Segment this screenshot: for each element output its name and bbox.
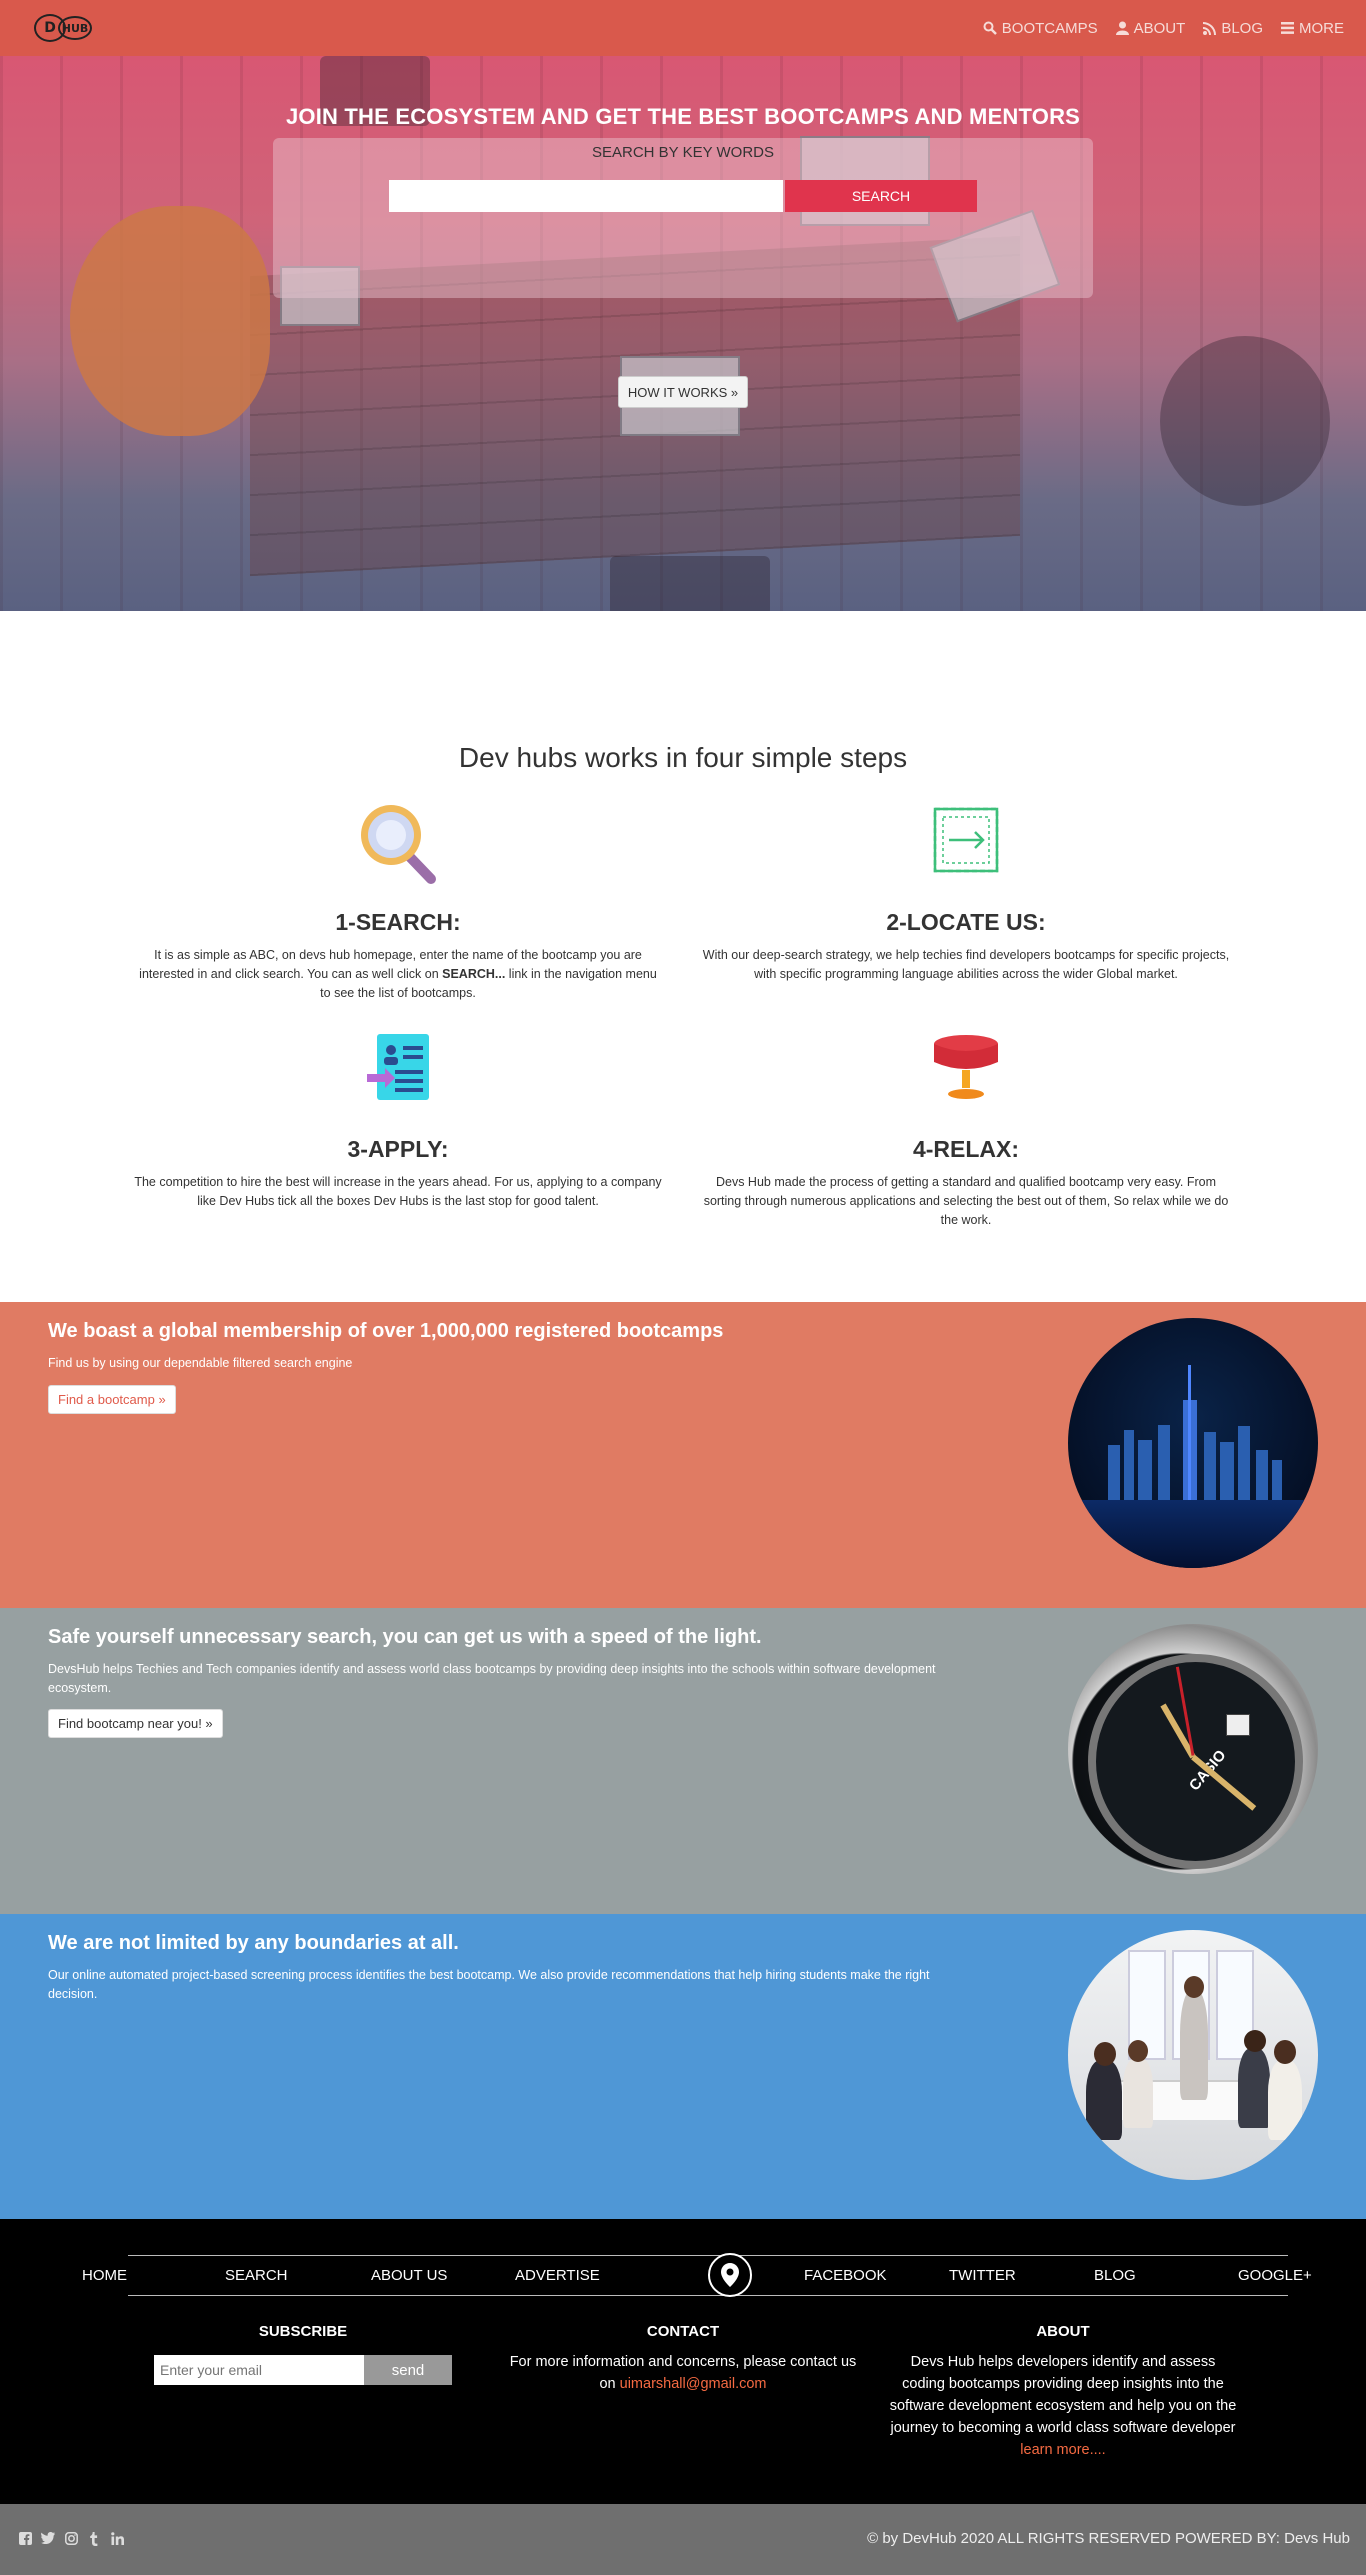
city-skyline-image	[1068, 1318, 1318, 1568]
subscribe-column: SUBSCRIBE	[154, 2321, 452, 2351]
footer-line-top	[128, 2255, 1288, 2256]
contact-title: CONTACT	[646, 2323, 720, 2340]
about-text-body: Devs Hub helps developers identify and a…	[889, 2354, 1237, 2436]
hero-background-chair	[610, 556, 770, 611]
search-icon	[983, 21, 997, 35]
step-relax-heading: 4-RELAX:	[912, 1136, 1020, 1162]
step-locate: 2-LOCATE US: With our deep-search strate…	[696, 797, 1236, 984]
speed-text: DevsHub helps Techies and Tech companies…	[48, 1662, 936, 1695]
watch-image: CASIO	[1068, 1624, 1318, 1874]
boundaries-band: We are not limited by any boundaries at …	[0, 1914, 1366, 2220]
search-panel: SEARCH BY KEY WORDS SEARCH	[273, 138, 1093, 298]
city-water	[1068, 1500, 1318, 1568]
instagram-icon[interactable]	[64, 2532, 78, 2546]
about-title: ABOUT	[1036, 2323, 1090, 2340]
logo-hub-ring: HUB	[58, 16, 92, 40]
facebook-icon[interactable]	[18, 2532, 32, 2546]
nav-links: BOOTCAMPS ABOUT BLOG MORE	[983, 20, 1344, 37]
footer-link-blog[interactable]: BLOG	[1094, 2267, 1136, 2284]
how-it-works-button[interactable]: HOW IT WORKS »	[618, 376, 748, 408]
logo-hub-text: HUB	[61, 21, 89, 35]
nav-link-bootcamps-label: BOOTCAMPS	[1001, 19, 1098, 37]
contact-text: For more information and concerns, pleas…	[505, 2351, 861, 2395]
footer: HOME SEARCH ABOUT US ADVERTISE FACEBOOK …	[0, 2219, 1366, 2504]
about-text: Devs Hub helps developers identify and a…	[888, 2351, 1238, 2461]
footer-link-search[interactable]: SEARCH	[225, 2267, 288, 2284]
step-apply-heading: 3-APPLY:	[347, 1136, 449, 1162]
location-pin-icon[interactable]	[708, 2253, 752, 2297]
find-bootcamp-near-you-button[interactable]: Find bootcamp near you! »	[48, 1709, 223, 1738]
steps-title: Dev hubs works in four simple steps	[458, 742, 908, 773]
membership-title: We boast a global membership of over 1,0…	[48, 1320, 724, 1342]
keyword-search-input[interactable]	[389, 180, 783, 212]
devhub-logo[interactable]: D HUB	[34, 14, 92, 42]
learn-more-link[interactable]: learn more....	[1020, 2442, 1105, 2458]
membership-text: Find us by using our dependable filtered…	[48, 1356, 353, 1370]
boundaries-text: Our online automated project-based scree…	[48, 1968, 930, 2001]
nav-link-about[interactable]: ABOUT	[1115, 19, 1186, 37]
step-apply-text: The competition to hire the best will in…	[134, 1175, 662, 1208]
step-search-text: It is as simple as ABC, on devs hub home…	[128, 946, 668, 1003]
search-menu-reference: SEARCH...	[442, 967, 506, 981]
step-apply: 3-APPLY: The competition to hire the bes…	[128, 1024, 668, 1211]
nav-link-about-label: ABOUT	[1133, 19, 1186, 37]
speed-band: Safe yourself unnecessary search, you ca…	[0, 1608, 1366, 1914]
twitter-icon[interactable]	[41, 2532, 55, 2546]
resume-icon	[353, 1024, 443, 1114]
subscribe-email-input[interactable]	[154, 2355, 364, 2385]
find-bootcamp-button[interactable]: Find a bootcamp »	[48, 1385, 176, 1414]
rss-icon	[1203, 21, 1217, 35]
magnifier-icon	[353, 797, 443, 887]
bottom-bar: © by DevHub 2020 ALL RIGHTS RESERVED POW…	[0, 2504, 1366, 2575]
subscribe-send-button[interactable]: send	[364, 2355, 452, 2385]
social-icons	[18, 2532, 124, 2546]
step-relax: 4-RELAX: Devs Hub made the process of ge…	[696, 1024, 1236, 1230]
hero-section: JOIN THE ECOSYSTEM AND GET THE BEST BOOT…	[0, 56, 1366, 611]
boundaries-title: We are not limited by any boundaries at …	[48, 1932, 459, 1954]
footer-line-bottom	[128, 2295, 1288, 2296]
footer-link-facebook[interactable]: FACEBOOK	[804, 2267, 887, 2284]
user-icon	[1115, 21, 1129, 35]
membership-band: We boast a global membership of over 1,0…	[0, 1302, 1366, 1608]
hero-background-chair	[1160, 336, 1330, 506]
table-icon	[921, 1024, 1011, 1114]
top-navbar: D HUB BOOTCAMPS ABOUT BLOG MORE	[0, 0, 1366, 56]
step-relax-text: Devs Hub made the process of getting a s…	[703, 1175, 1229, 1227]
team-meeting-image	[1068, 1930, 1318, 2180]
contact-column: CONTACT For more information and concern…	[505, 2321, 861, 2395]
footer-link-twitter[interactable]: TWITTER	[949, 2267, 1016, 2284]
linkedin-icon[interactable]	[110, 2532, 124, 2546]
nav-link-blog[interactable]: BLOG	[1203, 20, 1263, 37]
footer-link-home[interactable]: HOME	[82, 2267, 127, 2284]
contact-email-link[interactable]: uimarshall@gmail.com	[620, 2376, 767, 2392]
login-arrow-icon	[921, 797, 1011, 887]
step-locate-heading: 2-LOCATE US:	[886, 909, 1046, 935]
logo-d-text: D	[44, 20, 56, 36]
tumblr-icon[interactable]	[87, 2532, 101, 2546]
step-search: 1-SEARCH: It is as simple as ABC, on dev…	[128, 797, 668, 1003]
subscribe-title: SUBSCRIBE	[258, 2323, 348, 2340]
hero-title: JOIN THE ECOSYSTEM AND GET THE BEST BOOT…	[285, 104, 1081, 129]
nav-link-more-label: MORE	[1299, 19, 1344, 37]
step-locate-text: With our deep-search strategy, we help t…	[702, 948, 1230, 981]
menu-icon	[1281, 22, 1294, 34]
nav-link-blog-label: BLOG	[1221, 19, 1263, 37]
copyright-text: © by DevHub 2020 ALL RIGHTS RESERVED POW…	[867, 2530, 1350, 2547]
about-column: ABOUT Devs Hub helps developers identify…	[888, 2321, 1238, 2461]
hero-background-person	[70, 206, 270, 436]
nav-link-more[interactable]: MORE	[1281, 20, 1344, 37]
step-search-heading: 1-SEARCH:	[335, 909, 461, 935]
nav-link-bootcamps[interactable]: BOOTCAMPS	[983, 20, 1098, 37]
footer-link-advertise[interactable]: ADVERTISE	[515, 2267, 600, 2284]
search-title: SEARCH BY KEY WORDS	[592, 144, 774, 161]
search-button[interactable]: SEARCH	[785, 180, 977, 212]
speed-title: Safe yourself unnecessary search, you ca…	[48, 1626, 762, 1648]
footer-link-google-plus[interactable]: GOOGLE+	[1238, 2267, 1312, 2284]
footer-link-about-us[interactable]: ABOUT US	[371, 2267, 447, 2284]
